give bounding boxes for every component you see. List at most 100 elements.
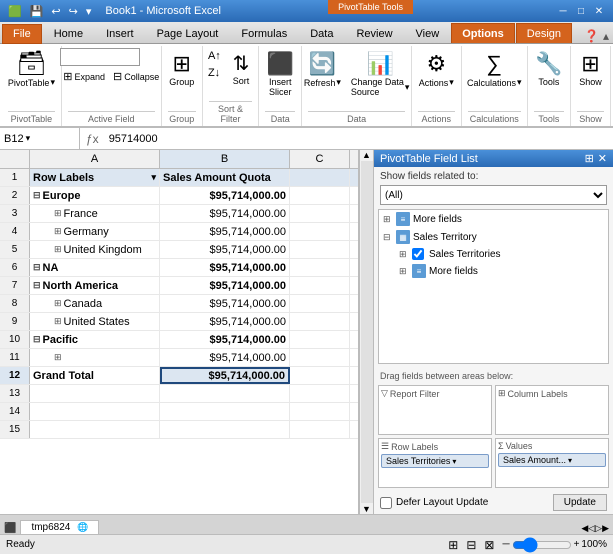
list-item[interactable]: ⊞ Sales Territories <box>379 246 608 262</box>
defer-checkbox[interactable] <box>380 497 392 509</box>
list-item[interactable]: ⊞ ≡ More fields <box>379 210 608 228</box>
values-chip[interactable]: Sales Amount... ▾ <box>498 453 606 467</box>
zoom-in-icon[interactable]: + <box>574 539 580 550</box>
scroll-sheets-left-icon[interactable]: ◀ <box>581 523 588 534</box>
collapse-field-button[interactable]: ⊟ Collapse <box>110 68 162 85</box>
save-icon[interactable]: 💾 <box>28 5 46 18</box>
row-labels-chip[interactable]: Sales Territories ▾ <box>381 454 489 468</box>
minimize-button[interactable]: ─ <box>555 4 571 18</box>
formula-input[interactable] <box>105 133 613 145</box>
scroll-up-icon[interactable]: ▲ <box>362 150 371 160</box>
refresh-button[interactable]: 🔄 Refresh ▾ <box>300 48 345 91</box>
tab-insert[interactable]: Insert <box>95 23 145 43</box>
cell-b6[interactable]: $95,714,000.00 <box>160 259 290 276</box>
cell-a10[interactable]: ⊟Pacific <box>30 331 160 348</box>
maximize-button[interactable]: □ <box>573 4 589 18</box>
zoom-slider[interactable] <box>512 537 572 553</box>
vertical-scrollbar[interactable]: ▲ ▼ <box>359 150 373 514</box>
cell-b15[interactable] <box>160 421 290 438</box>
scroll-down-icon[interactable]: ▼ <box>362 504 371 514</box>
calculations-button[interactable]: ∑ Calculations ▾ <box>463 48 526 91</box>
sales-territories-checkbox[interactable] <box>412 248 424 260</box>
cell-a12[interactable]: Grand Total <box>30 367 160 384</box>
cell-a5[interactable]: ⊞United Kingdom <box>30 241 160 258</box>
customize-icon[interactable]: ▾ <box>84 5 94 18</box>
change-data-source-button[interactable]: 📊 Change DataSource ▾ <box>347 48 414 100</box>
tab-file[interactable]: File <box>2 24 42 44</box>
cell-b7[interactable]: $95,714,000.00 <box>160 277 290 294</box>
list-item[interactable]: ⊞ ≡ More fields <box>379 262 608 280</box>
panel-close-icon[interactable]: ✕ <box>598 152 607 165</box>
zoom-out-icon[interactable]: ─ <box>502 539 509 550</box>
cell-a2[interactable]: ⊟Europe <box>30 187 160 204</box>
cell-a15[interactable] <box>30 421 160 438</box>
cell-b10[interactable]: $95,714,000.00 <box>160 331 290 348</box>
col-header-c[interactable]: C <box>290 150 350 168</box>
update-button[interactable]: Update <box>553 494 607 511</box>
pivottable-button[interactable]: 🗃 PivotTable ▾ <box>4 48 59 91</box>
cell-a3[interactable]: ⊞France <box>30 205 160 222</box>
cell-b11[interactable]: $95,714,000.00 <box>160 349 290 366</box>
fields-dropdown[interactable]: (All) <box>380 185 607 205</box>
scroll-sheets-left2-icon[interactable]: ◁ <box>588 523 595 534</box>
scroll-sheets-right-icon[interactable]: ▶ <box>602 523 609 534</box>
active-field-input[interactable] <box>60 48 140 66</box>
insert-slicer-button[interactable]: ⬛ InsertSlicer <box>263 48 298 100</box>
actions-button[interactable]: ⚙ Actions ▾ <box>415 48 458 91</box>
col-header-b[interactable]: B <box>160 150 290 168</box>
close-button[interactable]: ✕ <box>591 4 607 18</box>
help-icon[interactable]: ❓ <box>584 29 599 43</box>
sort-az-button[interactable]: A↑ <box>205 48 225 64</box>
show-button[interactable]: ⊞ Show <box>575 48 606 90</box>
cell-b5[interactable]: $95,714,000.00 <box>160 241 290 258</box>
cell-a13[interactable] <box>30 385 160 402</box>
cell-b9[interactable]: $95,714,000.00 <box>160 313 290 330</box>
cell-a1[interactable]: Row Labels ▾ <box>30 169 160 186</box>
cell-a11[interactable]: ⊞ <box>30 349 160 366</box>
minimize-ribbon-icon[interactable]: ▴ <box>603 29 609 43</box>
tab-review[interactable]: Review <box>345 23 403 43</box>
cell-a8[interactable]: ⊞Canada <box>30 295 160 312</box>
new-sheet-icon[interactable]: ⬛ <box>4 523 16 534</box>
sort-za-button[interactable]: Z↓ <box>205 65 225 81</box>
group-button[interactable]: ⊞ Group <box>165 48 198 90</box>
pivottable-icon: 🗃 <box>16 51 46 77</box>
cell-b12[interactable]: $95,714,000.00 <box>160 367 290 384</box>
list-item[interactable]: ⊟ ▦ Sales Territory <box>379 228 608 246</box>
tools-button[interactable]: 🔧 Tools <box>531 48 566 90</box>
tab-formulas[interactable]: Formulas <box>230 23 298 43</box>
cell-b3[interactable]: $95,714,000.00 <box>160 205 290 222</box>
cell-b13[interactable] <box>160 385 290 402</box>
tab-data[interactable]: Data <box>299 23 344 43</box>
tab-home[interactable]: Home <box>43 23 94 43</box>
cell-a14[interactable] <box>30 403 160 420</box>
cell-b2[interactable]: $95,714,000.00 <box>160 187 290 204</box>
row-num-6: 6 <box>0 259 30 276</box>
tab-options[interactable]: Options <box>451 23 515 43</box>
cell-a7[interactable]: ⊟North America <box>30 277 160 294</box>
tab-design[interactable]: Design <box>516 23 572 43</box>
scroll-sheets-right2-icon[interactable]: ▷ <box>595 523 602 534</box>
cell-b1[interactable]: Sales Amount Quota <box>160 169 290 186</box>
cell-b8[interactable]: $95,714,000.00 <box>160 295 290 312</box>
sort-button[interactable]: ⇅ Sort <box>226 48 256 89</box>
tab-page-layout[interactable]: Page Layout <box>146 23 230 43</box>
cell-ref-box[interactable]: B12 ▾ <box>0 128 80 149</box>
page-layout-icon[interactable]: ⊟ <box>466 538 476 552</box>
tab-view[interactable]: View <box>405 23 451 43</box>
expand-field-button[interactable]: ⊞ Expand <box>60 68 108 85</box>
cell-b4[interactable]: $95,714,000.00 <box>160 223 290 240</box>
scroll-thumb[interactable] <box>361 161 373 503</box>
cell-a6[interactable]: ⊟NA <box>30 259 160 276</box>
col-header-a[interactable]: A <box>30 150 160 168</box>
page-break-icon[interactable]: ⊠ <box>484 538 494 552</box>
sheet-tab-tmp6824[interactable]: tmp6824 🌐 <box>20 520 99 534</box>
redo-icon[interactable]: ↪ <box>67 5 80 18</box>
cell-a9[interactable]: ⊞United States <box>30 313 160 330</box>
expand-icon-8: ⊞ <box>54 298 62 309</box>
undo-icon[interactable]: ↩ <box>49 5 62 18</box>
cell-b14[interactable] <box>160 403 290 420</box>
panel-options-icon[interactable]: ⊞ <box>585 152 594 165</box>
normal-view-icon[interactable]: ⊞ <box>448 538 458 552</box>
cell-a4[interactable]: ⊞Germany <box>30 223 160 240</box>
